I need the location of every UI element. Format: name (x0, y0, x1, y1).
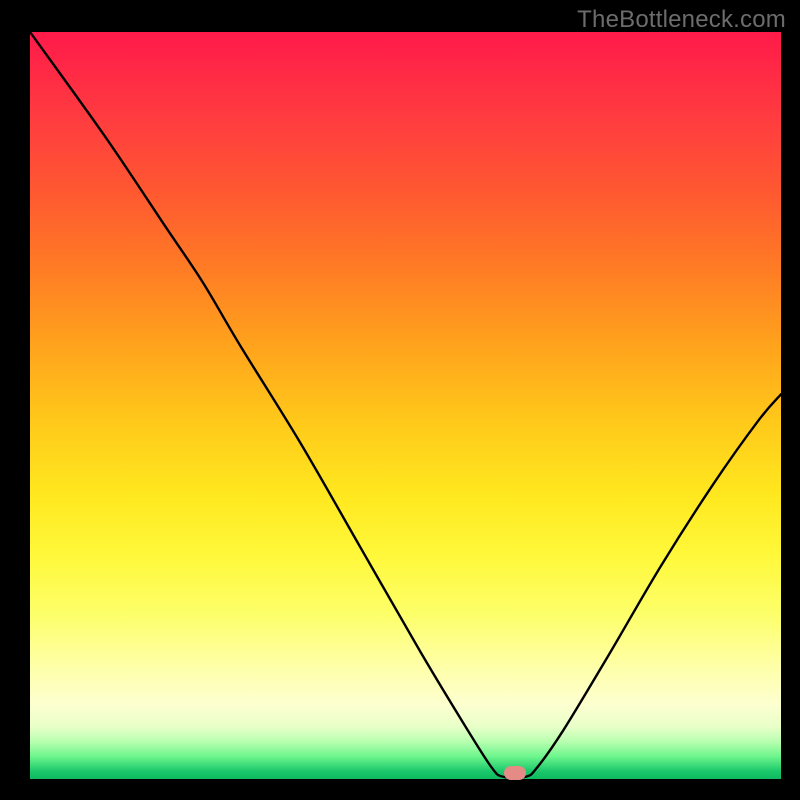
optimum-marker (504, 766, 526, 780)
bottleneck-curve (30, 32, 781, 779)
chart-frame: TheBottleneck.com (0, 0, 800, 800)
chart-plot-area (30, 32, 781, 779)
watermark-text: TheBottleneck.com (577, 6, 786, 34)
